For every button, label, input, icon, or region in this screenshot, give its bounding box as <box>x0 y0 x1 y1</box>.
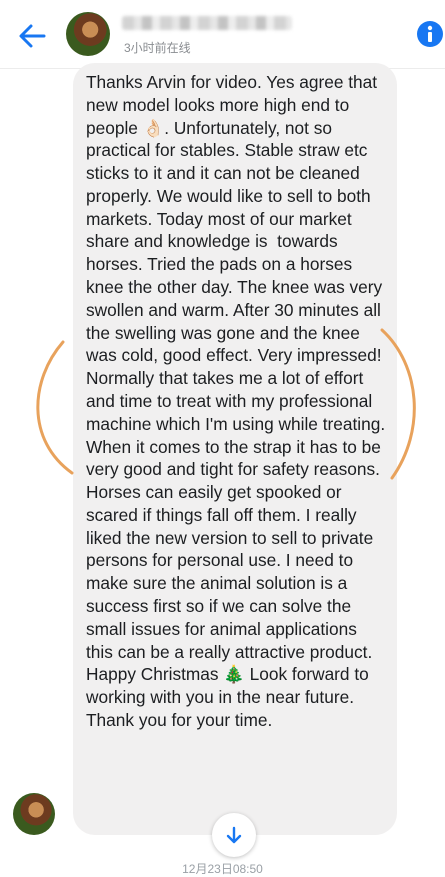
sender-avatar[interactable] <box>13 793 55 835</box>
handwritten-brackets <box>36 328 416 480</box>
message-timestamp: 12月23日08:50 <box>182 862 263 876</box>
arrow-down-icon <box>226 826 242 844</box>
right-bracket-mark <box>380 328 416 480</box>
scroll-to-bottom-button[interactable] <box>212 813 256 857</box>
left-bracket-mark <box>36 340 74 475</box>
